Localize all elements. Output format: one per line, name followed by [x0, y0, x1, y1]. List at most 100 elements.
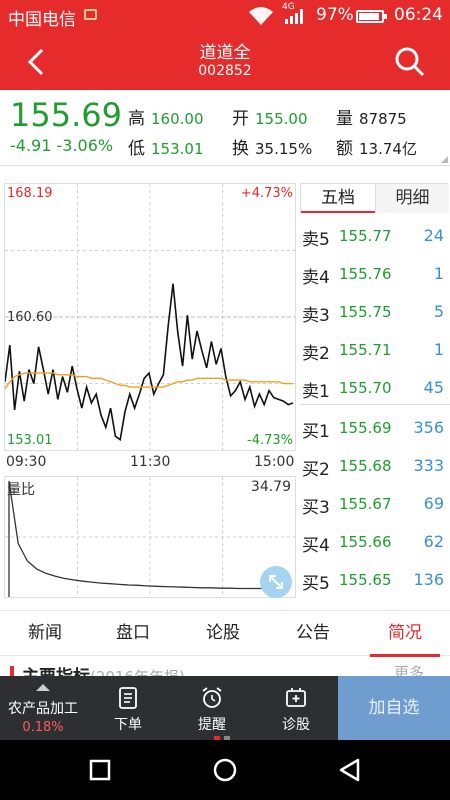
tab-forum[interactable]: 论股 — [178, 611, 268, 657]
level-label: 卖3 — [302, 306, 330, 326]
add-watchlist-button[interactable]: 加自选 — [338, 676, 450, 740]
expand-up-icon — [36, 684, 50, 691]
nav-triangle-icon[interactable] — [335, 755, 365, 785]
volume-ratio-line — [8, 480, 285, 597]
level-price: 155.69 — [339, 419, 392, 437]
info-tabs: 新闻 盘口 论股 公告 简况 — [0, 610, 450, 657]
search-icon[interactable] — [394, 46, 426, 78]
amount-value: 13.74亿 — [359, 140, 417, 158]
turnover-cell: 换 35.15% — [232, 134, 312, 159]
ask-row[interactable]: 卖2 155.71 1 — [302, 331, 448, 369]
level-label: 卖2 — [302, 344, 330, 364]
message-icon — [84, 9, 97, 20]
open-value: 155.00 — [255, 110, 308, 128]
tab-five-levels[interactable]: 五档 — [301, 184, 375, 213]
level-price: 155.67 — [339, 495, 392, 513]
bid-row[interactable]: 买3 155.67 69 — [302, 485, 448, 523]
title-bar: 道道全 002852 — [0, 32, 450, 90]
volume-ratio-series — [8, 480, 285, 597]
level-label: 买4 — [302, 536, 330, 556]
nav-square-icon[interactable] — [85, 755, 115, 785]
last-price: 155.69 — [10, 96, 122, 134]
level-price: 155.75 — [339, 303, 392, 321]
level-volume: 333 — [413, 456, 444, 475]
ask-row[interactable]: 卖3 155.75 5 — [302, 293, 448, 331]
pct-top-label: +4.73% — [240, 186, 293, 201]
expand-corner-icon[interactable] — [441, 156, 448, 163]
turnover-label: 换 — [232, 139, 249, 159]
tab-details[interactable]: 明细 — [375, 184, 449, 213]
ask-row[interactable]: 卖4 155.76 1 — [302, 255, 448, 293]
price-change: -4.91 -3.06% — [10, 136, 113, 155]
diagnose-button[interactable]: 诊股 — [254, 676, 338, 740]
volume-ratio-svg — [5, 477, 295, 597]
level-volume: 5 — [433, 302, 444, 321]
clock-time: 06:24 — [394, 5, 443, 25]
orderbook-tabs: 五档 明细 — [300, 183, 449, 213]
change-amount: -4.91 — [10, 136, 52, 155]
open-cell: 开 155.00 — [232, 104, 308, 129]
sector-name: 农产品加工 — [8, 701, 78, 717]
tab-handicap[interactable]: 盘口 — [88, 611, 178, 657]
pct-bottom-label: -4.73% — [247, 433, 293, 448]
wifi-icon — [249, 7, 273, 25]
level-volume: 62 — [423, 532, 444, 551]
battery-icon — [356, 10, 387, 23]
level-price: 155.77 — [339, 227, 392, 245]
signal-icon — [285, 9, 303, 24]
diagnose-label: 诊股 — [282, 717, 310, 733]
y-top-label: 168.19 — [7, 186, 53, 201]
level-volume: 69 — [423, 494, 444, 513]
level-label: 卖5 — [302, 230, 330, 250]
level-price: 155.76 — [339, 265, 392, 283]
alert-button[interactable]: 提醒 — [170, 676, 254, 740]
high-value: 160.00 — [151, 110, 204, 128]
level-label: 买5 — [302, 574, 330, 594]
stock-code: 002852 — [198, 63, 252, 79]
stock-name: 道道全 — [199, 43, 251, 63]
sector-percent: 0.18% — [22, 720, 64, 735]
diagnose-icon — [286, 688, 306, 707]
ask-row[interactable]: 卖5 155.77 24 — [302, 217, 448, 255]
time-tick-open: 09:30 — [6, 454, 47, 470]
alarm-clock-icon — [202, 687, 222, 708]
volume-ratio-grid — [5, 477, 295, 597]
level-label: 卖4 — [302, 268, 330, 288]
nav-circle-icon[interactable] — [210, 755, 240, 785]
level-price: 155.66 — [339, 533, 392, 551]
bid-row[interactable]: 买1 155.69 356 — [302, 409, 448, 447]
level-volume: 1 — [433, 340, 444, 359]
time-tick-noon: 11:30 — [130, 454, 171, 470]
intraday-chart[interactable]: 168.19 +4.73% 160.60 153.01 -4.73% — [4, 183, 296, 451]
volume-ratio-max: 34.79 — [250, 479, 291, 495]
volume-ratio-chart[interactable]: 量比 34.79 — [4, 476, 296, 598]
ask-row[interactable]: 卖1 155.70 45 — [302, 369, 448, 407]
amount-label: 额 — [336, 139, 353, 159]
level-volume: 24 — [423, 226, 444, 245]
high-label: 高 — [128, 109, 145, 129]
volume-value: 87875 — [359, 110, 407, 128]
bid-row[interactable]: 买5 155.65 136 — [302, 561, 448, 599]
tab-announcement[interactable]: 公告 — [268, 611, 358, 657]
carrier-name: 中国电信 — [8, 10, 76, 30]
fullscreen-button[interactable] — [260, 566, 292, 598]
low-label: 低 — [128, 139, 145, 159]
level-label: 买1 — [302, 422, 330, 442]
order-button[interactable]: 下单 — [86, 676, 170, 740]
system-nav-bar — [0, 740, 450, 800]
tab-news[interactable]: 新闻 — [0, 611, 90, 657]
price-series — [5, 283, 294, 442]
sector-button[interactable]: 农产品加工 0.18% — [0, 676, 86, 740]
bid-row[interactable]: 买4 155.66 62 — [302, 523, 448, 561]
level-price: 155.68 — [339, 457, 392, 475]
volume-ratio-label: 量比 — [7, 482, 35, 498]
order-label: 下单 — [114, 717, 142, 733]
battery-percent: 97% — [316, 5, 354, 25]
status-bar: 中国电信 4G 97% 06:24 — [0, 0, 450, 32]
level-label: 买2 — [302, 460, 330, 480]
level-volume: 45 — [423, 378, 444, 397]
y-bottom-label: 153.01 — [7, 433, 53, 448]
low-cell: 低 153.01 — [128, 134, 204, 159]
tab-profile[interactable]: 简况 — [360, 611, 450, 657]
bid-row[interactable]: 买2 155.68 333 — [302, 447, 448, 485]
